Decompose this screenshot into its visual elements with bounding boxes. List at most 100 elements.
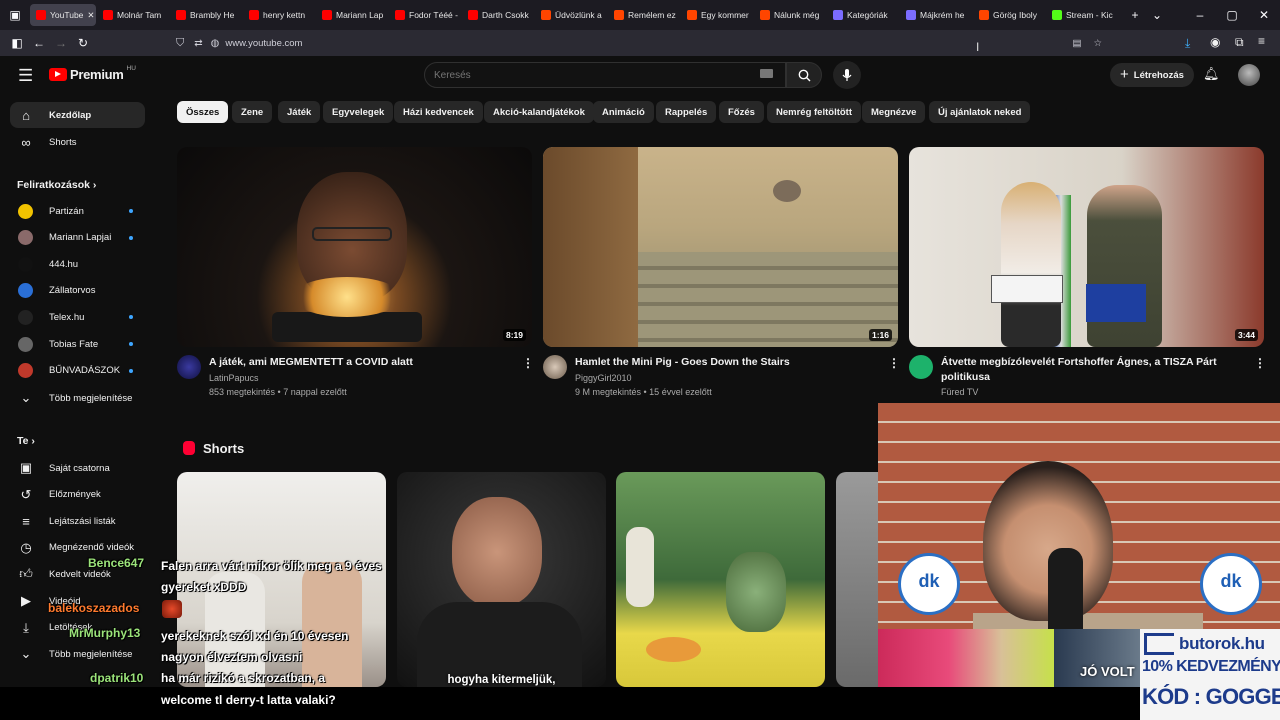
forward-icon[interactable]: →: [50, 32, 72, 54]
sidebar-subscription[interactable]: Partizán: [10, 198, 145, 224]
new-tab-icon[interactable]: +: [1124, 4, 1146, 26]
sidebar-show-more[interactable]: ⌄ Több megjelenítése: [10, 385, 145, 411]
chip[interactable]: Főzés: [719, 101, 764, 123]
create-button[interactable]: + Létrehozás: [1110, 63, 1194, 87]
browser-tab[interactable]: henry kettn: [243, 4, 315, 26]
chip[interactable]: Akció-kalandjátékok: [484, 101, 594, 123]
search-button[interactable]: [786, 62, 822, 88]
channel-icon: ▣: [19, 460, 33, 475]
extensions-icon[interactable]: ⧉: [1235, 35, 1244, 50]
video-title[interactable]: A játék, ami MEGMENTETT a COVID alatt: [209, 355, 509, 370]
sidebar-item-label: Tobias Fate: [49, 338, 99, 350]
chip[interactable]: Nemrég feltöltött: [767, 101, 861, 123]
more-actions-icon[interactable]: ⋮: [888, 356, 900, 370]
short-thumbnail[interactable]: hogyha kitermeljük,: [397, 472, 606, 687]
video-title[interactable]: Hamlet the Mini Pig - Goes Down the Stai…: [575, 355, 875, 370]
logo-text: Premium: [70, 67, 124, 82]
tab-active[interactable]: YouTube ✕: [30, 4, 96, 26]
chip[interactable]: Összes: [177, 101, 229, 123]
chip[interactable]: Zene: [232, 101, 273, 123]
bookmark-star-icon[interactable]: ☆: [1093, 38, 1102, 49]
short-thumbnail[interactable]: [836, 472, 878, 687]
short-thumbnail[interactable]: [616, 472, 825, 687]
sidebar-item-channel[interactable]: ▣ Saját csatorna: [10, 455, 145, 481]
reader-view-icon[interactable]: ▤: [1072, 38, 1081, 49]
video-thumbnail[interactable]: 3:44: [909, 147, 1264, 347]
site-info-icon[interactable]: ◍: [211, 38, 220, 49]
browser-tab[interactable]: Fodor Tééé -: [389, 4, 461, 26]
chip[interactable]: Egyvelegek: [323, 101, 394, 123]
browser-tab[interactable]: Egy kommer: [681, 4, 753, 26]
you-heading[interactable]: Te ›: [17, 435, 35, 447]
more-actions-icon[interactable]: ⋮: [522, 356, 534, 370]
subscriptions-heading[interactable]: Feliratkozások ›: [17, 179, 96, 191]
shield-icon[interactable]: ⛉: [176, 37, 184, 50]
tab-overview-icon[interactable]: ▣: [0, 4, 30, 26]
sidebar-subscription[interactable]: Mariann Lapjai: [10, 225, 145, 251]
browser-tab[interactable]: Brambly He: [170, 4, 242, 26]
sidebar-toggle-icon[interactable]: ◧: [6, 32, 28, 54]
video-title[interactable]: Átvette megbízólevelét Fortshoffer Ágnes…: [941, 355, 1241, 385]
browser-tab[interactable]: Májkrém he: [900, 4, 972, 26]
chevron-right-icon: ›: [31, 435, 35, 447]
chip[interactable]: Játék: [278, 101, 321, 123]
browser-tab[interactable]: Görög Iboly: [973, 4, 1045, 26]
sidebar-subscription[interactable]: BŰNVADÁSZOK: [10, 358, 145, 384]
guide-menu-icon[interactable]: ☰: [18, 66, 33, 86]
chip[interactable]: Animáció: [593, 101, 654, 123]
browser-tab[interactable]: Üdvözlünk a: [535, 4, 607, 26]
sponsor-discount: 10% KEDVEZMÉNY: [1142, 658, 1280, 675]
menu-icon[interactable]: ≡: [1258, 34, 1265, 48]
voice-search-button[interactable]: [833, 61, 861, 89]
channel-name[interactable]: LatinPapucs: [209, 373, 259, 383]
video-thumbnail[interactable]: 1:16: [543, 147, 898, 347]
video-thumbnail[interactable]: 8:19: [177, 147, 532, 347]
browser-tab[interactable]: Darth Csokk: [462, 4, 534, 26]
sidebar-subscription[interactable]: 444.hu: [10, 251, 145, 277]
close-window-icon[interactable]: ✕: [1248, 4, 1280, 26]
keyboard-icon[interactable]: [760, 69, 773, 78]
browser-tab[interactable]: Kategóriák: [827, 4, 899, 26]
account-icon[interactable]: ◉: [1210, 35, 1220, 49]
more-actions-icon[interactable]: ⋮: [1254, 356, 1266, 370]
chip[interactable]: Új ajánlatok neked: [929, 101, 1031, 123]
reload-icon[interactable]: ↻: [72, 32, 94, 54]
search-input[interactable]: [434, 66, 744, 84]
url-text: www.youtube.com: [225, 37, 303, 49]
browser-tab[interactable]: Mariann Lap: [316, 4, 388, 26]
browser-tab[interactable]: Nálunk még: [754, 4, 826, 26]
maximize-icon[interactable]: ▢: [1216, 4, 1248, 26]
sidebar-item-shorts[interactable]: ∞ Shorts: [10, 129, 145, 155]
sidebar-subscription[interactable]: Tobias Fate: [10, 331, 145, 357]
browser-tab[interactable]: Remélem ez: [608, 4, 680, 26]
tab-label: Molnár Tam: [117, 10, 162, 20]
sidebar-show-more[interactable]: ⌄ Több megjelenítése: [10, 641, 145, 667]
sidebar-subscription[interactable]: Telex.hu: [10, 304, 145, 330]
channel-name[interactable]: PiggyGirl2010: [575, 373, 632, 383]
channel-name[interactable]: Füred TV: [941, 387, 978, 397]
tab-list-chevron-icon[interactable]: ⌄: [1146, 4, 1168, 26]
youtube-logo[interactable]: Premium HU: [49, 65, 136, 82]
browser-tab[interactable]: Molnár Tam: [97, 4, 169, 26]
video-duration: 3:44: [1234, 329, 1258, 341]
minimize-icon[interactable]: –: [1184, 4, 1216, 26]
close-tab-icon[interactable]: ✕: [87, 10, 94, 21]
url-bar[interactable]: ⛉ ⇄ ◍ www.youtube.com ▤ ☆: [176, 33, 1108, 53]
permissions-icon[interactable]: ⇄: [194, 38, 202, 49]
channel-avatar[interactable]: [543, 355, 567, 379]
sidebar-subscription[interactable]: Zállatorvos: [10, 278, 145, 304]
text-cursor-icon: I: [976, 40, 980, 54]
sidebar-item-playlist[interactable]: ≡ Lejátszási listák: [10, 508, 145, 534]
downloads-icon[interactable]: ⤓: [1185, 36, 1190, 51]
chip[interactable]: Házi kedvencek: [394, 101, 483, 123]
channel-avatar[interactable]: [177, 355, 201, 379]
channel-avatar[interactable]: [909, 355, 933, 379]
chip[interactable]: Rappelés: [656, 101, 717, 123]
user-avatar[interactable]: [1238, 64, 1260, 86]
chip[interactable]: Megnézve: [862, 101, 926, 123]
back-icon[interactable]: ←: [28, 32, 50, 54]
browser-tab[interactable]: Stream - Kic: [1046, 4, 1118, 26]
notifications-bell-icon[interactable]: 🔔︎: [1203, 66, 1220, 82]
sidebar-item-history[interactable]: ↺ Előzmények: [10, 482, 145, 508]
sidebar-item-home[interactable]: ⌂ Kezdőlap: [10, 102, 145, 128]
